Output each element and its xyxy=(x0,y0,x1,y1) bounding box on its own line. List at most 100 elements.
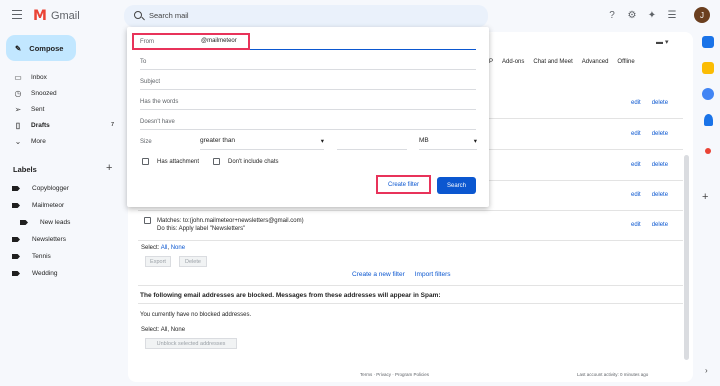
tasks-icon[interactable] xyxy=(702,88,714,100)
label-item[interactable]: Tennis xyxy=(0,248,124,265)
label-item[interactable]: New leads xyxy=(0,214,124,231)
label-item[interactable]: Newsletters xyxy=(0,231,124,248)
add-label-icon[interactable]: + xyxy=(106,162,112,174)
dropdown-arrow-icon: ▾ xyxy=(473,138,477,145)
to-label: To xyxy=(140,59,147,65)
divider xyxy=(138,210,683,211)
filter-links: Create a new filter Import filters xyxy=(352,271,451,278)
size-value-input[interactable] xyxy=(337,137,407,150)
edit-link[interactable]: edit xyxy=(631,131,641,137)
keep-icon[interactable] xyxy=(702,62,714,74)
divider xyxy=(138,285,683,286)
sidebar-item-snoozed[interactable]: ◷ Snoozed xyxy=(0,85,124,101)
size-operator-select[interactable]: greater than ▾ xyxy=(200,137,324,150)
label-item[interactable]: Copyblogger xyxy=(0,180,124,197)
sidebar-item-label: Drafts xyxy=(31,121,50,129)
edit-link[interactable]: edit xyxy=(631,222,641,228)
select-none-link[interactable]: None xyxy=(171,327,185,333)
tab-advanced[interactable]: Advanced xyxy=(582,59,609,65)
create-filter-button[interactable]: Create filter xyxy=(380,178,427,191)
gmail-logo[interactable]: M Gmail xyxy=(33,8,80,24)
sidebar-nav: ▭ Inbox ◷ Snoozed ➢ Sent ▯ Drafts 7 ⌄ Mo… xyxy=(0,69,124,149)
filter-checkbox[interactable] xyxy=(144,217,151,224)
delete-link[interactable]: delete xyxy=(652,100,668,106)
tab-chat-meet[interactable]: Chat and Meet xyxy=(533,59,572,65)
label-name: New leads xyxy=(40,219,71,226)
from-input-value[interactable]: @mailmeteor xyxy=(201,38,237,44)
settings-icon[interactable]: ⚙ xyxy=(625,8,639,22)
delete-link[interactable]: delete xyxy=(652,222,668,228)
pencil-icon: ✎ xyxy=(15,43,22,53)
addon-icon[interactable] xyxy=(705,148,711,154)
to-field[interactable]: To xyxy=(140,56,476,70)
tab-offline[interactable]: Offline xyxy=(617,59,634,65)
inbox-icon: ▭ xyxy=(14,72,22,82)
last-activity: Last account activity: 0 minutes ago xyxy=(577,372,649,377)
scrollbar[interactable] xyxy=(684,155,689,360)
select-prefix: Select: xyxy=(141,245,160,251)
edit-link[interactable]: edit xyxy=(631,100,641,106)
size-unit-value: MB xyxy=(419,137,429,144)
contacts-icon[interactable] xyxy=(703,114,713,126)
search-bar[interactable]: Search mail xyxy=(124,5,488,27)
label-icon xyxy=(12,186,20,191)
dont-include-chats-checkbox[interactable]: Don't include chats xyxy=(213,158,279,165)
blocked-empty-text: You currently have no blocked addresses. xyxy=(140,312,252,318)
import-filters-link[interactable]: Import filters xyxy=(415,271,451,278)
avatar[interactable]: J xyxy=(694,7,710,23)
delete-link[interactable]: delete xyxy=(652,162,668,168)
expand-panel-icon[interactable]: › xyxy=(705,366,708,375)
labels-heading: Labels xyxy=(13,165,37,174)
has-attachment-label: Has attachment xyxy=(157,158,200,165)
send-icon: ➢ xyxy=(14,104,22,114)
has-attachment-checkbox[interactable]: Has attachment xyxy=(142,158,199,165)
label-name: Newsletters xyxy=(32,236,66,243)
delete-button[interactable]: Delete xyxy=(179,256,207,267)
edit-link[interactable]: edit xyxy=(631,162,641,168)
dont-include-chats-label: Don't include chats xyxy=(228,158,279,165)
delete-link[interactable]: delete xyxy=(652,192,668,198)
search-input[interactable]: Search mail xyxy=(149,11,189,20)
side-panel-rail xyxy=(698,36,718,168)
main-menu-icon[interactable] xyxy=(12,10,22,20)
sidebar-item-inbox[interactable]: ▭ Inbox xyxy=(0,69,124,85)
sidebar-item-drafts[interactable]: ▯ Drafts 7 xyxy=(0,117,124,133)
sidebar-item-sent[interactable]: ➢ Sent xyxy=(0,101,124,117)
select-none-link[interactable]: None xyxy=(171,245,185,251)
export-button[interactable]: Export xyxy=(145,256,171,267)
label-item[interactable]: Wedding xyxy=(0,265,124,282)
tab-add-ons[interactable]: Add-ons xyxy=(502,59,524,65)
label-item[interactable]: Mailmeteor xyxy=(0,197,124,214)
calendar-icon[interactable] xyxy=(702,36,714,48)
size-label: Size xyxy=(140,139,152,145)
subject-label: Subject xyxy=(140,79,161,85)
delete-link[interactable]: delete xyxy=(652,131,668,137)
gemini-icon[interactable]: ✦ xyxy=(645,8,659,22)
subject-field[interactable]: Subject xyxy=(140,76,476,90)
label-icon xyxy=(12,271,20,276)
keyboard-icon[interactable]: ▬ ▾ xyxy=(656,38,668,46)
doesnt-have-field[interactable]: Doesn't have xyxy=(140,116,476,130)
footer-links[interactable]: Terms · Privacy · Program Policies xyxy=(360,372,429,377)
search-button[interactable]: Search xyxy=(437,177,476,194)
filter-row-actions: edit delete xyxy=(631,222,668,228)
label-name: Tennis xyxy=(32,253,51,260)
checkbox-box[interactable] xyxy=(213,158,221,165)
compose-button[interactable]: ✎ Compose xyxy=(6,35,76,61)
search-icon[interactable] xyxy=(134,11,142,19)
edit-link[interactable]: edit xyxy=(631,192,641,198)
sidebar-item-more[interactable]: ⌄ More xyxy=(0,133,124,149)
apps-icon[interactable]: ☰ xyxy=(665,8,679,22)
help-icon[interactable]: ? xyxy=(605,8,619,22)
size-unit-select[interactable]: MB ▾ xyxy=(419,137,477,150)
unblock-button[interactable]: Unblock selected addresses xyxy=(145,338,237,349)
checkbox-box[interactable] xyxy=(142,158,149,165)
create-new-filter-link[interactable]: Create a new filter xyxy=(352,271,405,278)
blocked-heading: The following email addresses are blocke… xyxy=(140,292,441,299)
select-separator: , xyxy=(167,245,170,251)
filter-row: Matches: to:(john.mailmeteor+newsletters… xyxy=(144,217,304,233)
add-addon-icon[interactable]: + xyxy=(702,191,708,203)
filter-row-actions: edit delete xyxy=(631,192,668,198)
filter-row-actions: edit delete xyxy=(631,100,668,106)
has-words-field[interactable]: Has the words xyxy=(140,96,476,110)
